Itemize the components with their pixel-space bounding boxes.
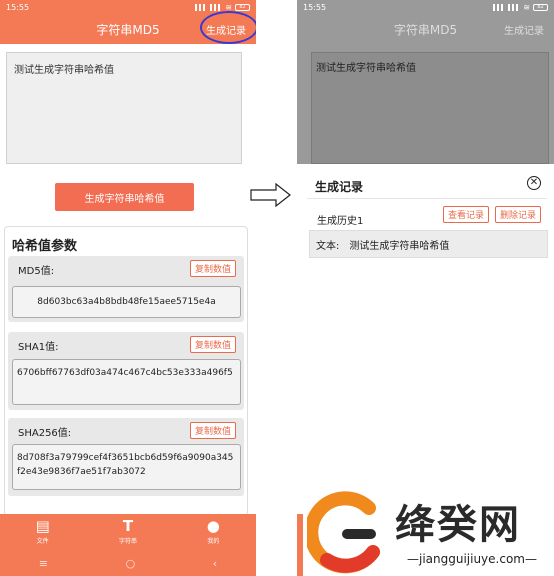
hash-label: SHA1值: bbox=[18, 342, 59, 353]
hash-label: SHA256值: bbox=[18, 428, 72, 439]
delete-record-button[interactable]: 删除记录 bbox=[495, 206, 542, 223]
sha256-value: 8d708f3a79799cef4f3651bcb6d59f6a9090a345… bbox=[12, 444, 241, 490]
nav-mine[interactable]: ● 我的 bbox=[171, 514, 256, 550]
close-icon[interactable]: ✕ bbox=[527, 176, 541, 190]
sha1-value: 6706bff67763df03a474c467c4bc53e333a496f5 bbox=[12, 359, 241, 405]
bottom-navigation: ▤ 文件 T 字符串 ● 我的 bbox=[0, 514, 256, 550]
signal-icon bbox=[210, 3, 223, 11]
bottom-navigation-partial bbox=[297, 514, 303, 576]
page-title: 字符串MD5 bbox=[393, 22, 458, 37]
watermark-url: —jiangguijiuye.com— bbox=[406, 552, 537, 566]
battery-icon: 82 bbox=[533, 3, 548, 11]
status-bar: 15:55 ≋ 82 bbox=[297, 0, 554, 14]
signal-icon bbox=[508, 3, 521, 11]
copy-sha256-button[interactable]: 复制数值 bbox=[189, 422, 236, 439]
sha1-card: SHA1值: 复制数值 6706bff67763df03a474c467c4bc… bbox=[8, 332, 244, 410]
sheet-title: 生成记录 bbox=[315, 180, 364, 194]
hash-label: MD5值: bbox=[18, 266, 55, 277]
battery-icon: 82 bbox=[235, 3, 250, 11]
history-text-row: 文本: 测试生成字符串哈希值 bbox=[309, 230, 548, 258]
nav-label: 字符串 bbox=[118, 538, 137, 545]
md5-value: 8d603bc63a4b8bdb48fe15aee5715e4a bbox=[12, 286, 241, 318]
nav-label: 我的 bbox=[207, 538, 220, 545]
panel-title: 哈希值参数 bbox=[12, 239, 78, 254]
app-bar: 字符串MD5 生成记录 bbox=[0, 11, 256, 44]
app-bar: 字符串MD5 生成记录 bbox=[297, 14, 554, 44]
copy-md5-button[interactable]: 复制数值 bbox=[189, 260, 236, 277]
generate-hash-button[interactable]: 生成字符串哈希值 bbox=[55, 183, 194, 211]
string-input-dimmed: 测试生成字符串哈希值 bbox=[311, 52, 549, 164]
page-title: 字符串MD5 bbox=[96, 22, 160, 37]
nav-string[interactable]: T 字符串 bbox=[85, 514, 170, 550]
watermark-logo-icon bbox=[307, 491, 380, 574]
file-icon: ▤ bbox=[35, 517, 50, 535]
view-record-button[interactable]: 查看记录 bbox=[443, 206, 490, 223]
nav-file[interactable]: ▤ 文件 bbox=[0, 514, 85, 550]
text-value: 测试生成字符串哈希值 bbox=[349, 240, 450, 252]
md5-card: MD5值: 复制数值 8d603bc63a4b8bdb48fe15aee5715… bbox=[8, 256, 244, 322]
divider bbox=[307, 198, 547, 199]
text-label: 文本: bbox=[316, 240, 340, 252]
watermark-name: 绛癸网 bbox=[395, 502, 521, 548]
left-phone-screen: 15:55 ≋ 82 字符串MD5 生成记录 测试生成字符串哈希值 生成字符串哈希… bbox=[0, 0, 256, 576]
menu-icon[interactable]: ≡ bbox=[39, 557, 48, 570]
text-icon: T bbox=[122, 517, 134, 535]
history-records-button[interactable]: 生成记录 bbox=[504, 22, 544, 37]
arrow-right-icon bbox=[250, 182, 291, 208]
back-icon[interactable]: ‹ bbox=[213, 557, 217, 570]
string-input[interactable]: 测试生成字符串哈希值 bbox=[6, 52, 242, 164]
system-nav-bar: ≡ ○ ‹ bbox=[0, 550, 256, 576]
home-icon[interactable]: ○ bbox=[126, 557, 136, 570]
signal-icon bbox=[195, 3, 208, 11]
nav-label: 文件 bbox=[36, 538, 49, 545]
history-item-label: 生成历史1 bbox=[317, 216, 364, 227]
annotation-circle bbox=[200, 11, 256, 44]
wifi-icon: ≋ bbox=[523, 2, 530, 12]
status-time: 15:55 bbox=[6, 2, 30, 12]
sha256-card: SHA256值: 复制数值 8d708f3a79799cef4f3651bcb6… bbox=[8, 418, 244, 496]
signal-icon bbox=[493, 3, 506, 11]
user-icon: ● bbox=[206, 517, 220, 535]
status-time: 15:55 bbox=[303, 2, 327, 12]
copy-sha1-button[interactable]: 复制数值 bbox=[189, 336, 236, 353]
